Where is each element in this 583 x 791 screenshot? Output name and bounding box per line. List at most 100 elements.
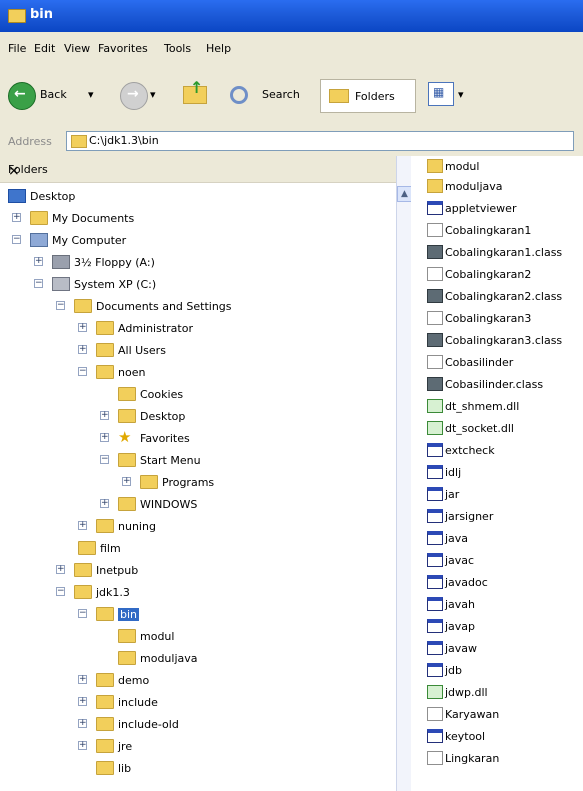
collapse-icon[interactable]: − [78, 367, 87, 376]
menu-help[interactable]: Help [206, 42, 231, 55]
collapse-icon[interactable]: − [12, 235, 21, 244]
tree-item-programs[interactable]: + Programs [122, 472, 388, 492]
file-name: dt_socket.dll [445, 422, 514, 435]
tree-item-administrator[interactable]: + Administrator [78, 318, 388, 338]
expand-icon[interactable]: + [100, 499, 109, 508]
tree-item-inetpub[interactable]: + Inetpub [56, 560, 388, 580]
file-item[interactable]: Karyawan [411, 704, 583, 724]
tree-item-my-documents[interactable]: + My Documents [12, 208, 388, 228]
tree-item-moduljava[interactable]: moduljava [118, 648, 388, 668]
expand-icon[interactable]: + [100, 411, 109, 420]
tree-item-noen[interactable]: − noen [78, 362, 388, 382]
menu-edit[interactable]: Edit [34, 42, 55, 55]
expand-icon[interactable]: + [100, 433, 109, 442]
folder-icon [427, 179, 443, 193]
back-dropdown-icon[interactable]: ▾ [88, 88, 94, 101]
tree-item-demo[interactable]: + demo [78, 670, 388, 690]
tree-item-documents-and-settings[interactable]: − Documents and Settings [56, 296, 388, 316]
folders-button[interactable]: Folders [320, 79, 416, 113]
tree-item-cookies[interactable]: Cookies [118, 384, 388, 404]
file-item[interactable]: Cobalingkaran2 [411, 264, 583, 284]
tree-item-film[interactable]: film [78, 538, 388, 558]
up-folder-button[interactable]: ↑ [180, 78, 208, 112]
file-item[interactable]: extcheck [411, 440, 583, 460]
tree-item-jre[interactable]: + jre [78, 736, 388, 756]
tree-item-start-menu[interactable]: − Start Menu [100, 450, 388, 470]
file-item[interactable]: Cobasilinder.class [411, 374, 583, 394]
file-item[interactable]: moduljava [411, 176, 583, 196]
tree-item-nuning[interactable]: + nuning [78, 516, 388, 536]
file-item[interactable]: Cobalingkaran1 [411, 220, 583, 240]
views-dropdown-icon[interactable]: ▾ [458, 88, 464, 101]
forward-dropdown-icon[interactable]: ▾ [150, 88, 156, 101]
expand-icon[interactable]: + [78, 323, 87, 332]
file-item[interactable]: Cobasilinder [411, 352, 583, 372]
address-input[interactable]: C:\jdk1.3\bin [66, 131, 574, 151]
file-item[interactable]: javaw [411, 638, 583, 658]
file-item[interactable]: jdb [411, 660, 583, 680]
folder-icon [118, 453, 136, 467]
expand-icon[interactable]: + [12, 213, 21, 222]
tree-item-all-users[interactable]: + All Users [78, 340, 388, 360]
expand-icon[interactable]: + [78, 741, 87, 750]
tree-item-favorites[interactable]: + ★ Favorites [100, 428, 388, 448]
tree-item-desktop[interactable]: Desktop [8, 186, 388, 206]
tree-label: System XP (C:) [74, 278, 157, 291]
menu-favorites[interactable]: Favorites [98, 42, 148, 55]
expand-icon[interactable]: + [122, 477, 131, 486]
tree-item-include-old[interactable]: + include-old [78, 714, 388, 734]
tree-scrollbar[interactable]: ▲ [396, 156, 412, 791]
search-button[interactable]: Search [226, 80, 316, 112]
file-item[interactable]: modul [411, 156, 583, 176]
tree-item-windows[interactable]: + WINDOWS [100, 494, 388, 514]
tree-item-bin[interactable]: − bin [78, 604, 388, 624]
expand-icon[interactable]: + [34, 257, 43, 266]
file-item[interactable]: Lingkaran [411, 748, 583, 768]
collapse-icon[interactable]: − [34, 279, 43, 288]
close-icon[interactable]: × [8, 163, 388, 179]
collapse-icon[interactable]: − [100, 455, 109, 464]
expand-icon[interactable]: + [78, 719, 87, 728]
file-item[interactable]: javah [411, 594, 583, 614]
file-item[interactable]: javadoc [411, 572, 583, 592]
file-item[interactable]: idlj [411, 462, 583, 482]
tree-item-my-computer[interactable]: − My Computer [12, 230, 388, 250]
expand-icon[interactable]: + [78, 697, 87, 706]
forward-button[interactable]: → [120, 82, 148, 110]
tree-item-system-drive[interactable]: − System XP (C:) [34, 274, 388, 294]
back-button[interactable]: ← [8, 82, 36, 110]
collapse-icon[interactable]: − [78, 609, 87, 618]
file-item[interactable]: Cobalingkaran1.class [411, 242, 583, 262]
file-item[interactable]: javac [411, 550, 583, 570]
file-item[interactable]: appletviewer [411, 198, 583, 218]
file-item[interactable]: Cobalingkaran3.class [411, 330, 583, 350]
file-list: modul moduljava appletviewer Cobalingkar… [411, 156, 583, 791]
menu-file[interactable]: File [8, 42, 26, 55]
tree-item-modul[interactable]: modul [118, 626, 388, 646]
file-item[interactable]: jar [411, 484, 583, 504]
expand-icon[interactable]: + [78, 675, 87, 684]
collapse-icon[interactable]: − [56, 301, 65, 310]
expand-icon[interactable]: + [56, 565, 65, 574]
scroll-up-icon[interactable]: ▲ [397, 186, 412, 202]
file-item[interactable]: jdwp.dll [411, 682, 583, 702]
file-item[interactable]: java [411, 528, 583, 548]
file-item[interactable]: javap [411, 616, 583, 636]
tree-item-lib[interactable]: lib [96, 758, 388, 778]
menu-tools[interactable]: Tools [164, 42, 191, 55]
expand-icon[interactable]: + [78, 521, 87, 530]
tree-item-floppy[interactable]: + 3½ Floppy (A:) [34, 252, 388, 272]
tree-item-desktop-folder[interactable]: + Desktop [100, 406, 388, 426]
tree-item-jdk[interactable]: − jdk1.3 [56, 582, 388, 602]
collapse-icon[interactable]: − [56, 587, 65, 596]
file-item[interactable]: Cobalingkaran2.class [411, 286, 583, 306]
expand-icon[interactable]: + [78, 345, 87, 354]
file-item[interactable]: dt_shmem.dll [411, 396, 583, 416]
menu-view[interactable]: View [64, 42, 90, 55]
tree-item-include[interactable]: + include [78, 692, 388, 712]
file-item[interactable]: Cobalingkaran3 [411, 308, 583, 328]
views-button[interactable]: ▦ [428, 82, 454, 106]
file-item[interactable]: dt_socket.dll [411, 418, 583, 438]
file-item[interactable]: keytool [411, 726, 583, 746]
file-item[interactable]: jarsigner [411, 506, 583, 526]
